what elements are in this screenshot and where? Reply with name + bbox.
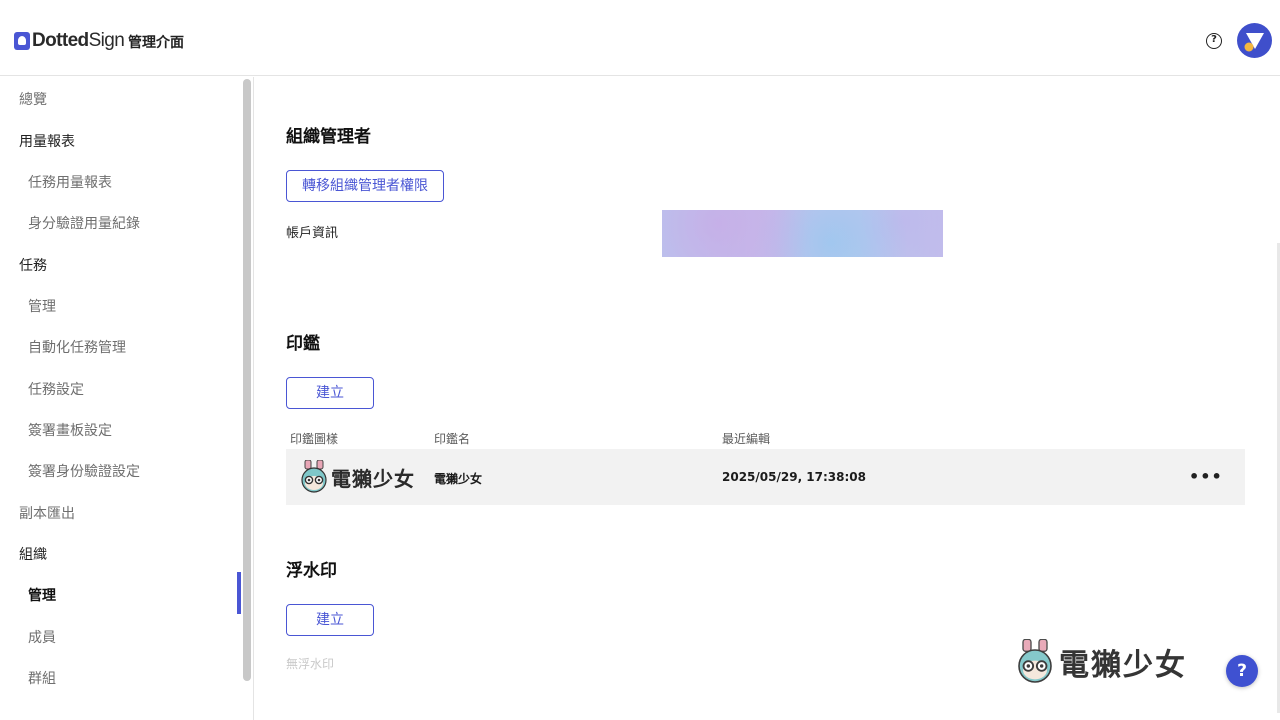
sidebar-item-task-usage-report[interactable]: 任務用量報表 xyxy=(28,172,112,192)
more-options-icon[interactable]: ••• xyxy=(1189,467,1223,486)
brand-watermark: 電獺少女 xyxy=(1015,639,1187,685)
seal-image-text: 電獺少女 xyxy=(331,466,415,491)
sidebar-section-tasks[interactable]: 任務 xyxy=(19,255,47,275)
transfer-admin-button[interactable]: 轉移組織管理者權限 xyxy=(286,170,444,202)
column-header-last-edited: 最近編輯 xyxy=(722,432,771,446)
sidebar-section-organization[interactable]: 組織 xyxy=(19,544,47,564)
column-header-seal-name: 印鑑名 xyxy=(434,432,471,446)
sidebar: 總覽 用量報表 任務用量報表 身分驗證用量紀錄 任務 管理 自動化任務管理 任務… xyxy=(0,77,254,720)
sidebar-item-task-settings[interactable]: 任務設定 xyxy=(28,379,84,399)
seal-image: 電獺少女 xyxy=(299,457,415,497)
active-indicator xyxy=(237,572,241,614)
dottedsign-logo[interactable]: DottedSign xyxy=(14,30,125,52)
sidebar-item-copy-export[interactable]: 副本匯出 xyxy=(19,503,75,523)
sidebar-item-members[interactable]: 成員 xyxy=(28,627,56,647)
main-content: 組織管理者 轉移組織管理者權限 帳戶資訊 印鑑 建立 印鑑圖樣 印鑑名 最近編輯… xyxy=(255,77,1280,720)
account-info-redacted xyxy=(662,210,943,257)
avatar-logo-icon xyxy=(1244,33,1264,52)
help-fab-button[interactable]: ? xyxy=(1226,655,1258,687)
sidebar-item-automation-tasks[interactable]: 自動化任務管理 xyxy=(28,337,126,357)
logo-wordmark: DottedSign xyxy=(32,30,125,51)
account-info-label: 帳戶資訊 xyxy=(286,226,339,241)
top-header: DottedSign 管理介面 ? xyxy=(0,0,1280,76)
sidebar-item-org-management[interactable]: 管理 xyxy=(28,585,56,605)
sidebar-scrollbar[interactable] xyxy=(243,79,251,681)
create-watermark-button[interactable]: 建立 xyxy=(286,604,374,636)
sidebar-section-usage-reports[interactable]: 用量報表 xyxy=(19,131,75,151)
create-seal-button[interactable]: 建立 xyxy=(286,377,374,409)
watermarks-heading: 浮水印 xyxy=(286,561,337,581)
sidebar-item-signing-pad-settings[interactable]: 簽署畫板設定 xyxy=(28,420,112,440)
no-watermark-text: 無浮水印 xyxy=(286,657,335,671)
sidebar-item-task-management[interactable]: 管理 xyxy=(28,296,56,316)
sidebar-item-signing-identity-settings[interactable]: 簽署身份驗證設定 xyxy=(28,461,140,481)
dottedsign-logo-icon xyxy=(14,32,30,50)
last-edited-cell: 2025/05/29, 17:38:08 xyxy=(722,470,866,484)
otter-mascot-icon xyxy=(301,460,327,493)
table-row[interactable]: 電獺少女 電獺少女 2025/05/29, 17:38:08 ••• xyxy=(286,449,1245,505)
page-title: 管理介面 xyxy=(128,35,184,51)
sidebar-item-overview[interactable]: 總覽 xyxy=(19,89,47,109)
sidebar-item-identity-usage-log[interactable]: 身分驗證用量紀錄 xyxy=(28,213,140,233)
org-admin-heading: 組織管理者 xyxy=(286,127,371,147)
seals-heading: 印鑑 xyxy=(286,334,320,354)
otter-mascot-watermark-icon xyxy=(1018,639,1052,683)
avatar[interactable] xyxy=(1237,23,1272,58)
sidebar-item-groups[interactable]: 群組 xyxy=(28,668,56,688)
watermark-text: 電獺少女 xyxy=(1059,648,1187,683)
column-header-seal-image: 印鑑圖樣 xyxy=(290,432,339,446)
seal-name-cell: 電獺少女 xyxy=(434,472,483,486)
help-icon[interactable]: ? xyxy=(1206,33,1222,49)
